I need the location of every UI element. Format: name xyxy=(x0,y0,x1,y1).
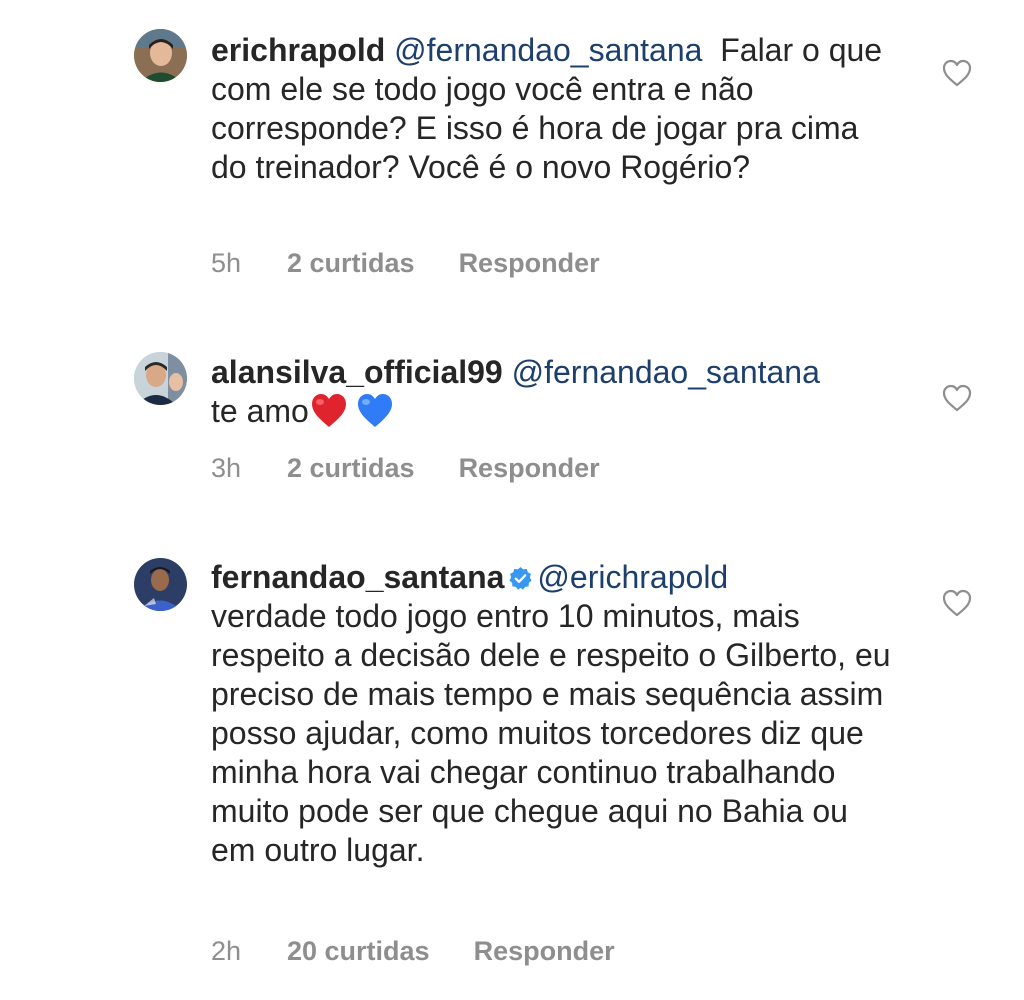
comment-likes[interactable]: 2 curtidas xyxy=(287,247,415,279)
comment-meta: 3h 2 curtidas Responder xyxy=(211,452,600,484)
reply-button[interactable]: Responder xyxy=(459,247,600,279)
comment-likes[interactable]: 2 curtidas xyxy=(287,452,415,484)
reply-button[interactable]: Responder xyxy=(474,935,615,967)
comment-time: 2h xyxy=(211,936,242,966)
comment-mention[interactable]: @erichrapold xyxy=(537,559,728,595)
avatar[interactable] xyxy=(134,29,187,82)
reply-button[interactable]: Responder xyxy=(459,452,600,484)
heart-outline-icon[interactable] xyxy=(942,59,972,87)
avatar[interactable] xyxy=(134,352,187,405)
heart-outline-icon[interactable] xyxy=(942,589,972,617)
red-heart-emoji xyxy=(311,394,346,427)
comment-meta: 2h 20 curtidas Responder xyxy=(211,935,615,967)
blue-heart-emoji xyxy=(357,394,392,427)
avatar[interactable] xyxy=(134,558,187,611)
comment-time: 5h xyxy=(211,248,242,278)
verified-badge-icon xyxy=(509,567,532,590)
comment-username[interactable]: alansilva_official99 xyxy=(211,354,503,390)
heart-outline-icon[interactable] xyxy=(942,384,972,412)
comment-text: erichrapold @fernandao_santana Falar o q… xyxy=(211,31,901,187)
comment-message: verdade todo jogo entro 10 minutos, mais… xyxy=(211,598,891,868)
comment-meta: 5h 2 curtidas Responder xyxy=(211,247,600,279)
comment-message: te amo xyxy=(211,393,309,429)
comment-time: 3h xyxy=(211,453,242,483)
comment-mention[interactable]: @fernandao_santana xyxy=(394,32,702,68)
comment-username[interactable]: erichrapold xyxy=(211,32,385,68)
comment-username[interactable]: fernandao_santana xyxy=(211,559,504,595)
comment-likes[interactable]: 20 curtidas xyxy=(287,935,430,967)
comment-text: fernandao_santana @erichrapold verdade t… xyxy=(211,558,901,870)
comment-mention[interactable]: @fernandao_santana xyxy=(512,354,820,390)
comment-text: alansilva_official99 @fernandao_santana … xyxy=(211,353,901,431)
